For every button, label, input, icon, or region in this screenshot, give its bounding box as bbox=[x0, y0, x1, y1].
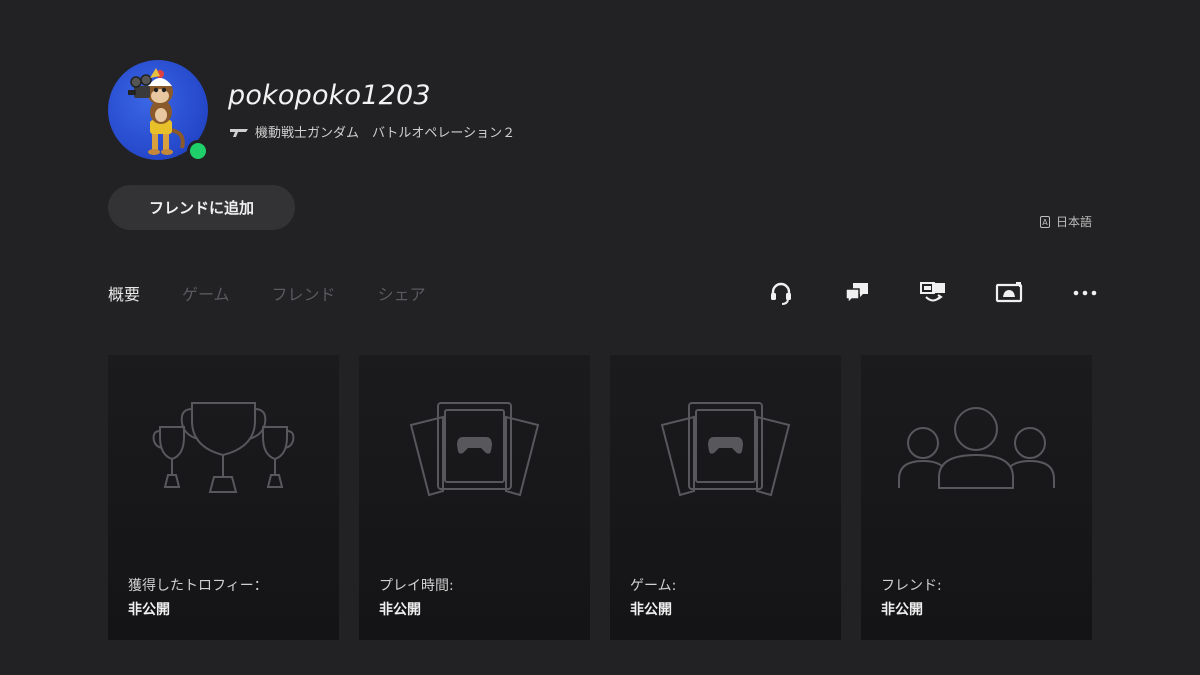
share-screen-button[interactable] bbox=[914, 278, 952, 308]
card-label: フレンド: bbox=[881, 578, 942, 594]
profile-page: pokopoko1203 機動戦士ガンダム バトルオペレーション２ フレンドに追… bbox=[0, 0, 1200, 675]
translate-icon: A bbox=[1039, 215, 1050, 228]
now-playing-title: 機動戦士ガンダム バトルオペレーション２ bbox=[255, 126, 516, 141]
profile-actions bbox=[762, 278, 1104, 308]
friends-card[interactable]: フレンド: 非公開 bbox=[861, 355, 1092, 640]
card-label: プレイ時間: bbox=[379, 578, 454, 594]
message-icon bbox=[845, 283, 868, 305]
headset-icon bbox=[771, 282, 791, 305]
language-indicator: A 日本語 bbox=[1039, 213, 1092, 230]
profile-tabs: 概要 ゲーム フレンド シェア bbox=[108, 281, 426, 305]
game-cards-icon bbox=[660, 402, 791, 497]
share-play-icon bbox=[995, 282, 1023, 303]
game-cards-icon bbox=[409, 402, 540, 497]
friends-icon bbox=[898, 407, 1055, 489]
tab-overview[interactable]: 概要 bbox=[108, 281, 140, 305]
card-value: 非公開 bbox=[379, 602, 421, 618]
summary-cards: 獲得したトロフィー： 非公開 プレイ時間: 非公開 ゲーム: 非公開 フレンド:… bbox=[108, 355, 1092, 640]
message-button[interactable] bbox=[838, 278, 876, 308]
tab-share[interactable]: シェア bbox=[378, 281, 426, 305]
tab-games[interactable]: ゲーム bbox=[182, 281, 230, 305]
language-label: 日本語 bbox=[1055, 215, 1092, 229]
gundam-game-icon bbox=[230, 128, 248, 137]
playtime-card[interactable]: プレイ時間: 非公開 bbox=[359, 355, 590, 640]
username: pokopoko1203 bbox=[228, 80, 431, 111]
online-status-indicator bbox=[187, 140, 209, 162]
share-screen-icon bbox=[920, 282, 945, 302]
trophies-card[interactable]: 獲得したトロフィー： 非公開 bbox=[108, 355, 339, 640]
card-value: 非公開 bbox=[630, 602, 672, 618]
games-card[interactable]: ゲーム: 非公開 bbox=[610, 355, 841, 640]
trophy-icon bbox=[152, 402, 295, 493]
now-playing: 機動戦士ガンダム バトルオペレーション２ bbox=[229, 122, 515, 141]
party-button[interactable] bbox=[762, 278, 800, 308]
share-play-button[interactable] bbox=[990, 278, 1028, 308]
more-button[interactable] bbox=[1066, 278, 1104, 308]
card-value: 非公開 bbox=[881, 602, 923, 618]
card-label: 獲得したトロフィー： bbox=[128, 578, 268, 594]
card-value: 非公開 bbox=[128, 602, 170, 618]
more-icon bbox=[1073, 290, 1097, 296]
card-label: ゲーム: bbox=[630, 578, 677, 594]
tab-friends[interactable]: フレンド bbox=[272, 281, 336, 305]
add-friend-button[interactable]: フレンドに追加 bbox=[108, 185, 295, 230]
